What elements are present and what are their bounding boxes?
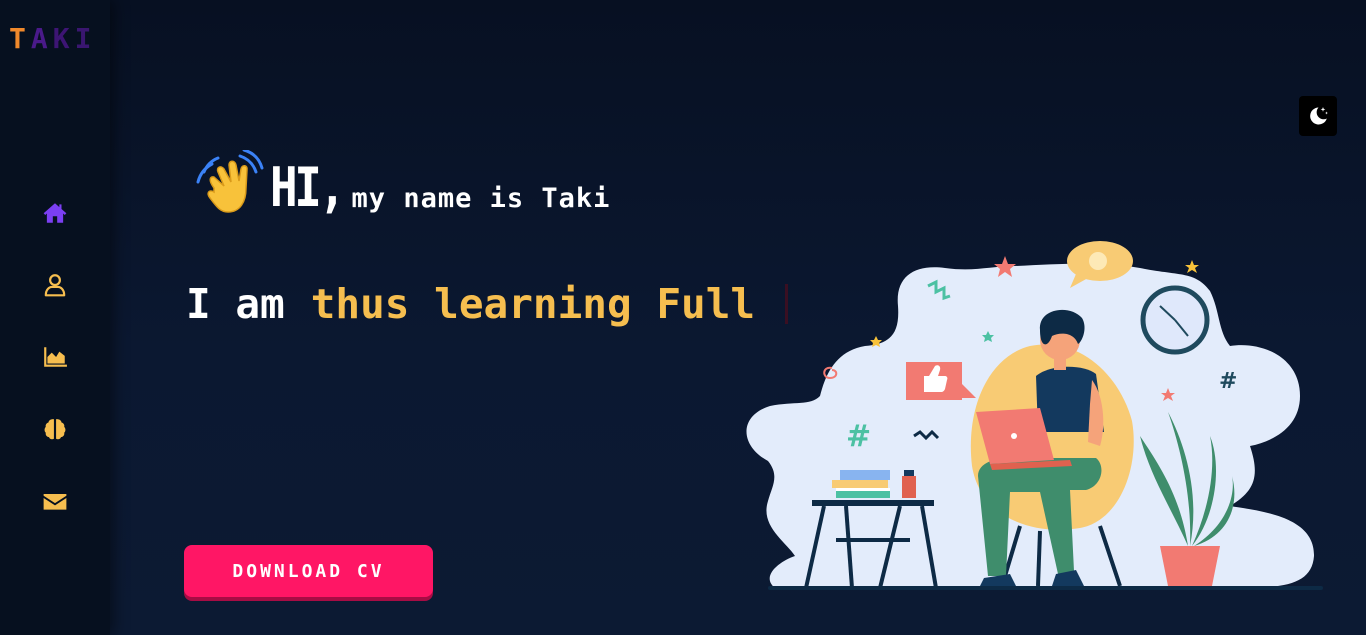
typing-dynamic-text: thus learning Full [310,280,756,328]
sidebar-nav [0,196,110,556]
sidebar-item-contact[interactable] [0,484,110,556]
typing-static-text: I am [186,280,285,328]
home-icon [43,203,67,223]
svg-text:#: # [1219,369,1237,394]
download-cv-button[interactable]: DOWNLOAD CV [184,545,433,597]
logo-letter: I [74,22,97,55]
theme-toggle-button[interactable] [1299,96,1337,136]
sidebar-item-about[interactable] [0,268,110,340]
svg-text:#: # [846,419,871,454]
chart-icon [44,347,67,367]
hi-heading: HI, [270,156,346,219]
logo-letter: T [9,22,31,55]
sidebar-item-home[interactable] [0,196,110,268]
sidebar-item-projects[interactable] [0,412,110,484]
brain-icon [44,419,66,440]
moon-stars-icon [1310,107,1328,125]
sidebar: T A K I [0,0,110,635]
hero-greeting: HI, my name is Taki [194,150,610,218]
logo-letter: A [30,22,53,55]
typing-caret [785,284,789,324]
typing-headline: I am thus learning Full [186,280,789,328]
logo[interactable]: T A K I [9,22,96,55]
waving-hand-icon [196,150,264,213]
download-cv-label: DOWNLOAD CV [232,560,385,582]
sidebar-item-skills[interactable] [0,340,110,412]
person-with-laptop-illustration: # # [746,241,1323,590]
logo-letter: K [52,22,75,55]
user-icon [44,274,66,297]
intro-text: my name is Taki [351,183,611,214]
envelope-icon [43,493,67,510]
